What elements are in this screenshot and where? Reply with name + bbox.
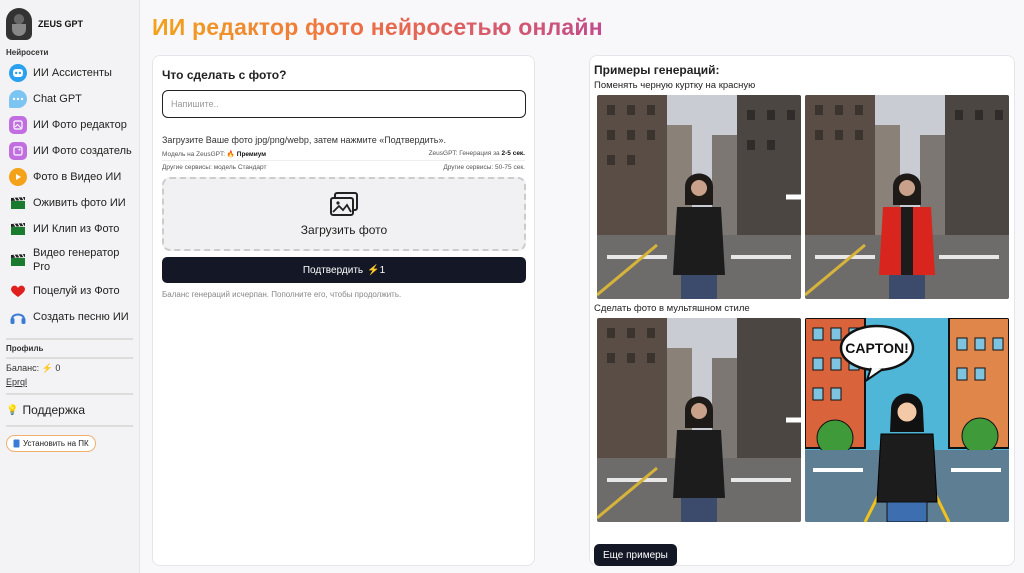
balance-exhausted-note: Баланс генераций исчерпан. Пополните его… bbox=[162, 290, 402, 299]
more-examples-button[interactable]: Еще примеры bbox=[594, 544, 677, 566]
divider bbox=[6, 425, 133, 427]
model-info-left: Модель на ZeusGPT: 🔥 Премиум bbox=[162, 151, 267, 158]
sidebar-item-label: Видео генератор Pro bbox=[33, 247, 120, 273]
sidebar-item-label: ИИ Ассистенты bbox=[33, 67, 112, 79]
section-label-networks: Нейросети bbox=[6, 48, 49, 57]
images-icon bbox=[330, 192, 358, 216]
balance-row: Баланс: ⚡ 0 bbox=[6, 363, 133, 374]
upload-label: Загрузить фото bbox=[300, 223, 388, 237]
lightning-icon: ⚡ bbox=[367, 264, 380, 276]
other-services-right: Другие сервисы: 50-75 сек. bbox=[443, 164, 525, 171]
sidebar-item-animate-photo[interactable]: Оживить фото ИИ bbox=[6, 190, 133, 216]
phone-icon bbox=[13, 439, 20, 448]
example-before-photo bbox=[597, 318, 801, 522]
upload-hint: Загрузите Ваше фото jpg/png/webp, затем … bbox=[162, 135, 446, 145]
user-name-link[interactable]: Eprql bbox=[6, 377, 133, 387]
support-link[interactable]: 💡 Поддержка bbox=[6, 399, 133, 421]
model-info-row: Модель на ZeusGPT: 🔥 Премиум ZeusGPT: Ге… bbox=[162, 150, 525, 161]
photo-to-video-icon bbox=[9, 168, 27, 186]
model-info-right: ZeusGPT: Генерация за 2-5 сек. bbox=[428, 150, 525, 157]
sidebar-item-video-generator-pro[interactable]: Видео генератор Pro bbox=[6, 242, 133, 278]
sidebar-item-label: Оживить фото ИИ bbox=[33, 197, 126, 209]
page-title: ИИ редактор фото нейросетью онлайн bbox=[152, 14, 603, 40]
example-pair-red-jacket bbox=[594, 95, 1010, 301]
examples-heading: Примеры генераций: bbox=[594, 63, 720, 77]
divider bbox=[6, 357, 133, 359]
divider bbox=[6, 393, 133, 395]
clapper-icon bbox=[9, 194, 27, 212]
sidebar-item-label: Фото в Видео ИИ bbox=[33, 171, 122, 183]
logo[interactable]: ZEUS GPT ZEUS GPT bbox=[6, 6, 133, 44]
assistant-icon bbox=[9, 64, 27, 82]
photo-editor-icon bbox=[9, 116, 27, 134]
support-label: Поддержка bbox=[22, 403, 86, 417]
other-services-left: Другие сервисы: модель Стандарт bbox=[162, 164, 267, 171]
prompt-placeholder: Напишите.. bbox=[171, 99, 219, 109]
zeus-logo-icon bbox=[6, 8, 32, 40]
sidebar-item-photo-editor[interactable]: ИИ Фото редактор bbox=[6, 112, 133, 138]
sidebar-nav: ИИ Ассистенты Chat GPT ИИ Фото редактор … bbox=[6, 60, 133, 330]
other-services-row: Другие сервисы: модель Стандарт Другие с… bbox=[162, 164, 525, 171]
headphones-icon bbox=[9, 308, 27, 326]
example-after-photo bbox=[805, 95, 1009, 299]
sidebar-item-label: Создать песню ИИ bbox=[33, 311, 129, 323]
example-before-photo bbox=[597, 95, 801, 299]
sidebar-item-kiss-from-photo[interactable]: Поцелуй из Фото bbox=[6, 278, 133, 304]
divider bbox=[6, 338, 133, 340]
sidebar-item-create-song[interactable]: Создать песню ИИ bbox=[6, 304, 133, 330]
confirm-label: Подтвердить bbox=[302, 264, 364, 276]
sidebar-item-label: Поцелуй из Фото bbox=[33, 285, 120, 297]
sidebar-item-photo-to-video[interactable]: Фото в Видео ИИ bbox=[6, 164, 133, 190]
examples-card: Примеры генераций: Поменять черную куртк… bbox=[589, 55, 1015, 566]
editor-card: Что сделать с фото? Напишите.. Загрузите… bbox=[152, 55, 535, 566]
sidebar-item-label: ИИ Фото редактор bbox=[33, 119, 127, 131]
balance-label: Баланс: bbox=[6, 363, 40, 373]
install-button[interactable]: Установить на ПК bbox=[6, 435, 96, 452]
sidebar-item-label: Chat GPT bbox=[33, 93, 82, 105]
fire-icon: 🔥 bbox=[226, 151, 235, 158]
balance-value: 0 bbox=[55, 363, 61, 373]
heart-icon bbox=[9, 282, 27, 300]
lightbulb-icon: 💡 bbox=[6, 404, 19, 416]
profile-section-label: Профиль bbox=[6, 344, 44, 353]
sidebar-item-chatgpt[interactable]: Chat GPT bbox=[6, 86, 133, 112]
question-heading: Что сделать с фото? bbox=[162, 68, 287, 82]
photo-creator-icon bbox=[9, 142, 27, 160]
sidebar-item-assistants[interactable]: ИИ Ассистенты bbox=[6, 60, 133, 86]
speech-bubble-text: CAPTON! bbox=[845, 340, 909, 356]
sidebar-item-clip-from-photo[interactable]: ИИ Клип из Фото bbox=[6, 216, 133, 242]
example-pair-cartoon: CAPTON! bbox=[594, 318, 1010, 524]
example-caption: Сделать фото в мультяшном стиле bbox=[594, 303, 750, 314]
install-label: Установить на ПК bbox=[23, 439, 89, 448]
sidebar-item-label: ИИ Фото создатель bbox=[33, 145, 132, 157]
lightning-icon: ⚡ bbox=[41, 363, 53, 373]
sidebar-item-label: ИИ Клип из Фото bbox=[33, 223, 120, 235]
clapper-icon bbox=[9, 251, 27, 269]
brand-name: ZEUS GPT ZEUS GPT bbox=[38, 19, 84, 44]
upload-dropzone[interactable]: Загрузить фото bbox=[162, 177, 526, 251]
example-caption: Поменять черную куртку на красную bbox=[594, 80, 756, 91]
sidebar-item-photo-creator[interactable]: ИИ Фото создатель bbox=[6, 138, 133, 164]
confirm-cost: 1 bbox=[379, 264, 386, 276]
example-after-photo: CAPTON! bbox=[805, 318, 1009, 522]
prompt-input[interactable]: Напишите.. bbox=[162, 90, 526, 118]
confirm-button[interactable]: Подтвердить ⚡ 1 bbox=[162, 257, 526, 283]
sidebar: ZEUS GPT ZEUS GPT Нейросети ИИ Ассистент… bbox=[0, 0, 140, 573]
chat-bubble-icon bbox=[9, 90, 27, 108]
clapper-icon bbox=[9, 220, 27, 238]
